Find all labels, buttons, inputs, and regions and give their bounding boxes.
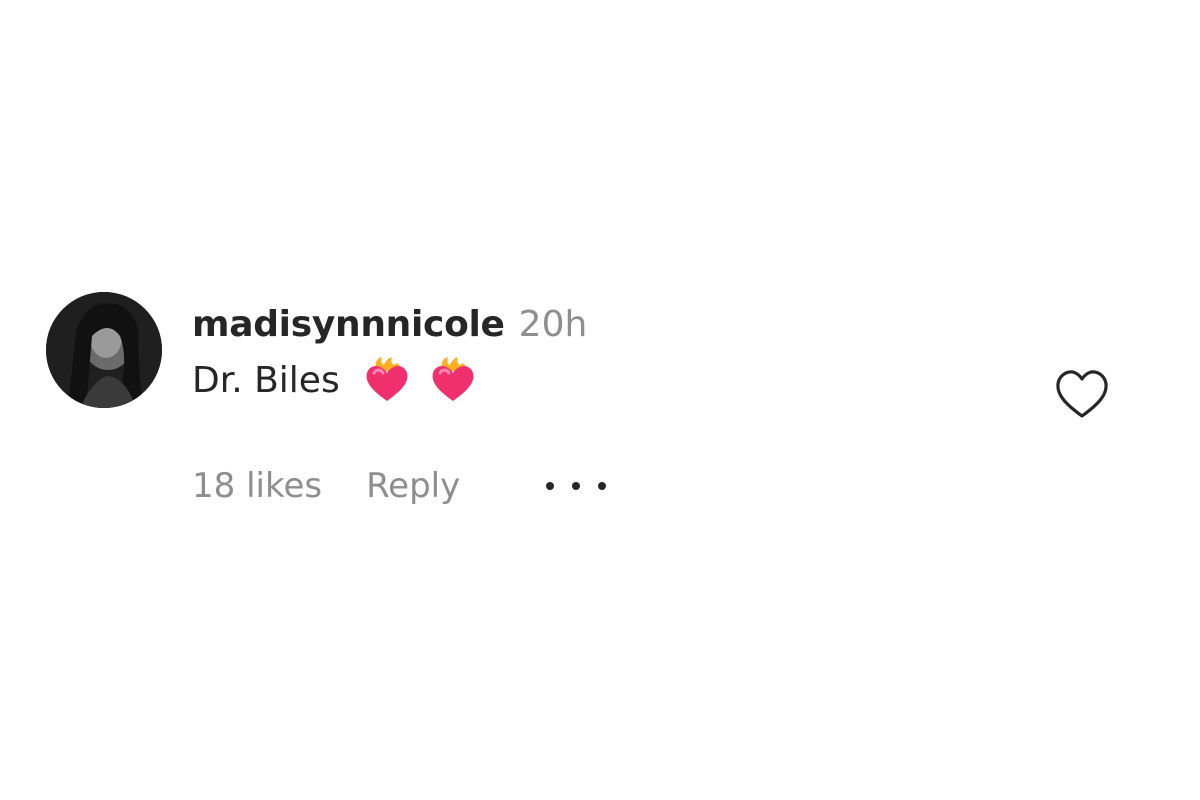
comment-body: madisynnnicole 20h Dr. Biles <box>192 304 587 405</box>
username-link[interactable]: madisynnnicole <box>192 304 505 345</box>
reply-button[interactable]: Reply <box>366 466 460 506</box>
comment-timestamp[interactable]: 20h <box>519 304 588 345</box>
comment-header: madisynnnicole 20h <box>192 304 587 345</box>
likes-count-button[interactable]: 18 likes <box>192 466 322 506</box>
dot <box>572 482 581 490</box>
dot <box>546 482 555 490</box>
heart-outline-icon[interactable] <box>1054 368 1110 420</box>
comment-content: Dr. Biles <box>192 355 587 405</box>
avatar[interactable] <box>46 292 162 408</box>
heart-on-fire-emoji <box>362 355 412 405</box>
comment-text: Dr. Biles <box>192 359 340 401</box>
more-options-icon[interactable] <box>546 471 607 501</box>
page: madisynnnicole 20h Dr. Biles 18 likes Re… <box>0 0 1200 800</box>
comment-actions: 18 likes Reply <box>192 466 607 506</box>
dot <box>598 482 607 490</box>
comment-item: madisynnnicole 20h Dr. Biles 18 likes Re… <box>46 292 1126 522</box>
heart-on-fire-emoji <box>428 355 478 405</box>
